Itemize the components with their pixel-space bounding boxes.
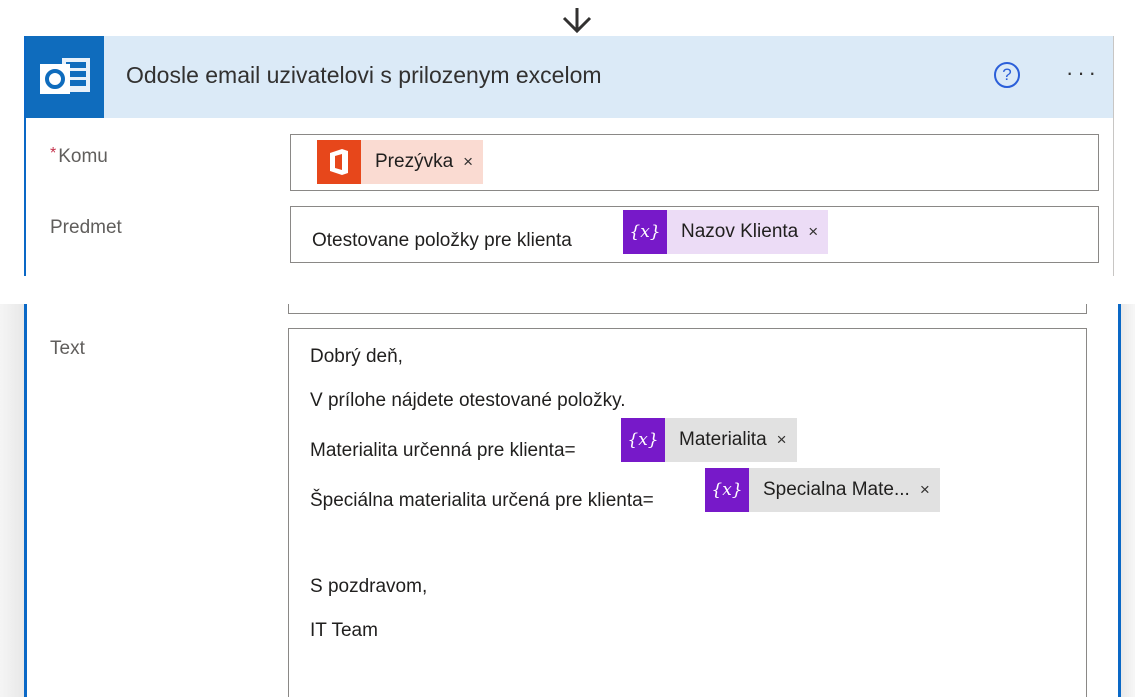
subject-label: Predmet xyxy=(50,217,122,238)
body-line: Dobrý deň, xyxy=(310,346,403,367)
to-label-text: Komu xyxy=(58,146,108,167)
office-icon xyxy=(317,140,361,184)
body-line: IT Team xyxy=(310,620,378,641)
more-options-icon[interactable]: ··· xyxy=(1066,60,1100,86)
subject-text: Otestovane položky pre klienta xyxy=(312,230,572,251)
collapsed-gap xyxy=(0,276,1135,304)
body-line: V prílohe nájdete otestované položky. xyxy=(310,390,626,411)
remove-token-icon[interactable]: × xyxy=(463,152,483,172)
token-label: Specialna Mate... xyxy=(763,479,910,500)
body-field[interactable] xyxy=(288,328,1087,697)
remove-token-icon[interactable]: × xyxy=(777,430,797,450)
action-card-bottom: Text Dobrý deň, V prílohe nájdete otesto… xyxy=(24,304,1121,697)
help-icon[interactable]: ? xyxy=(994,62,1020,88)
remove-token-icon[interactable]: × xyxy=(808,222,828,242)
body-line: Špeciálna materialita určená pre klienta… xyxy=(310,490,654,511)
remove-token-icon[interactable]: × xyxy=(920,480,940,500)
subject-token[interactable]: {x} Nazov Klienta × xyxy=(623,210,829,254)
action-card-top: Odosle email uzivatelovi s prilozenym ex… xyxy=(24,36,1114,276)
special-materialita-token[interactable]: {x} Specialna Mate... × xyxy=(705,468,940,512)
action-title: Odosle email uzivatelovi s prilozenym ex… xyxy=(126,62,602,88)
to-token[interactable]: Prezývka × xyxy=(317,140,484,184)
body-line: Materialita určenná pre klienta= xyxy=(310,440,576,461)
to-token-label: Prezývka xyxy=(375,151,454,172)
materialita-token[interactable]: {x} Materialita × xyxy=(621,418,797,462)
variable-icon: {x} xyxy=(623,210,667,254)
subject-token-label: Nazov Klienta xyxy=(681,221,799,242)
action-header[interactable]: Odosle email uzivatelovi s prilozenym ex… xyxy=(26,36,1113,118)
required-mark: * xyxy=(50,145,57,162)
down-arrow-icon xyxy=(562,8,592,34)
outlook-icon xyxy=(26,36,104,118)
variable-icon: {x} xyxy=(621,418,665,462)
to-label: * Komu xyxy=(50,145,108,168)
variable-icon: {x} xyxy=(705,468,749,512)
body-label: Text xyxy=(50,338,85,359)
canvas-background xyxy=(0,304,24,697)
body-line: S pozdravom, xyxy=(310,576,428,597)
token-label: Materialita xyxy=(679,429,767,450)
hidden-field[interactable] xyxy=(288,304,1087,314)
